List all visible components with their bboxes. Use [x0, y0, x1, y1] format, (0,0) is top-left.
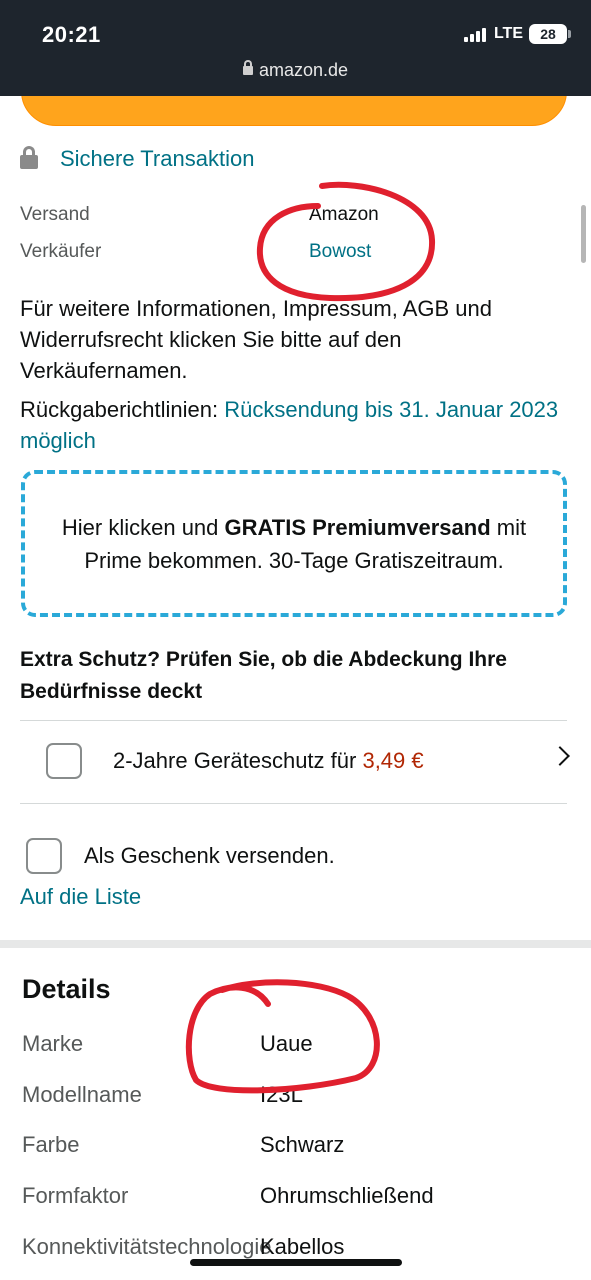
versand-value: Amazon — [309, 204, 379, 225]
battery-icon: 28 — [529, 24, 571, 44]
divider — [20, 803, 567, 804]
secure-transaction-row: Sichere Transaktion — [20, 146, 254, 172]
detail-value: Kabellos — [260, 1234, 345, 1259]
gift-label[interactable]: Als Geschenk versenden. — [84, 843, 335, 869]
seller-link[interactable]: Bowost — [309, 241, 371, 263]
versand-label: Versand — [20, 204, 90, 225]
detail-label: Farbe — [22, 1132, 80, 1157]
extra-protection-title: Extra Schutz? Prüfen Sie, ob die Abdecku… — [20, 648, 507, 703]
chevron-right-icon[interactable] — [550, 746, 570, 766]
status-bar: 20:21 LTE 28 amazon.de — [0, 0, 591, 96]
verkaeufer-label: Verkäufer — [20, 241, 102, 262]
prime-offer-box[interactable]: Hier klicken und GRATIS Premiumversand m… — [21, 470, 567, 617]
returns-label: Rückgaberichtlinien: — [20, 397, 225, 422]
detail-value: I23L — [260, 1082, 303, 1107]
details-title: Details — [22, 974, 111, 1004]
seller-info-text: Für weitere Informationen, Impressum, AG… — [20, 296, 492, 383]
detail-label: Marke — [22, 1031, 84, 1056]
divider — [20, 720, 567, 721]
returns-policy: Rückgaberichtlinien: Rücksendung bis 31.… — [20, 394, 570, 456]
detail-label: Konnektivitätstechnologie — [22, 1234, 272, 1259]
home-indicator[interactable] — [190, 1259, 402, 1266]
prime-offer-text: Hier klicken und GRATIS Premiumversand m… — [45, 511, 543, 577]
signal-icon — [463, 26, 486, 42]
status-indicators: LTE 28 — [463, 24, 571, 44]
detail-label: Formfaktor — [22, 1183, 129, 1208]
url-bar[interactable]: amazon.de — [0, 59, 591, 81]
lock-icon — [242, 59, 253, 75]
protection-option-text[interactable]: 2-Jahre Geräteschutz für 3,49 € — [113, 748, 424, 774]
prime-text-bold: GRATIS Premiumversand — [224, 514, 491, 540]
protection-checkbox[interactable] — [46, 743, 82, 779]
gift-checkbox[interactable] — [26, 838, 62, 874]
secure-transaction-link[interactable]: Sichere Transaktion — [60, 146, 254, 172]
detail-label: Modellname — [22, 1082, 142, 1107]
protection-price: 3,49 € — [362, 748, 424, 773]
protection-option-label: 2-Jahre Geräteschutz für — [113, 748, 363, 773]
detail-value: Ohrumschließend — [260, 1183, 434, 1208]
url-text: amazon.de — [258, 60, 349, 80]
detail-value: Schwarz — [260, 1132, 345, 1157]
section-separator — [0, 940, 591, 948]
prime-text-1: Hier klicken und — [61, 514, 225, 540]
scrollbar[interactable] — [581, 205, 586, 263]
lock-icon — [20, 146, 38, 169]
detail-value: Uaue — [260, 1031, 313, 1056]
status-time: 20:21 — [42, 22, 101, 47]
battery-level: 28 — [540, 26, 556, 42]
network-type: LTE — [493, 25, 523, 42]
add-to-list-link[interactable]: Auf die Liste — [20, 884, 141, 910]
